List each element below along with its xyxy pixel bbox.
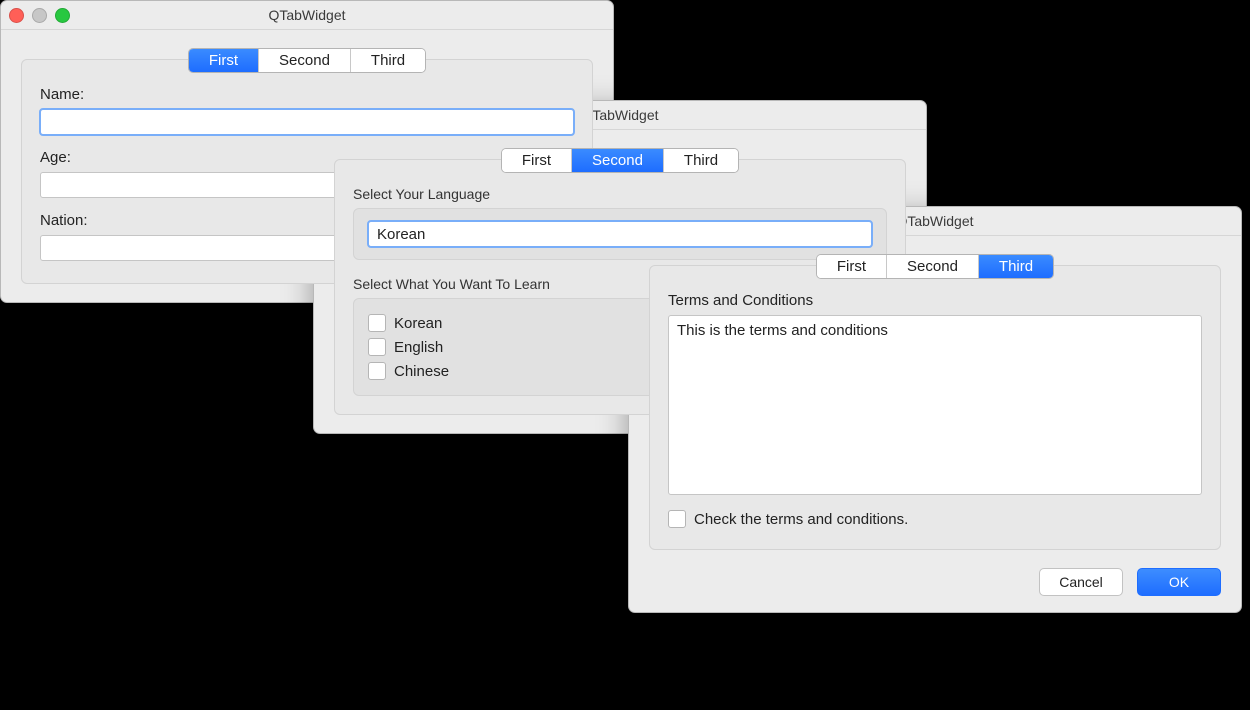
tab-second[interactable]: Second [259,49,351,72]
tab-bar: First Second Third [816,254,1054,279]
close-icon[interactable] [9,8,24,23]
checkbox-icon[interactable] [368,362,386,380]
learn-option-label: Chinese [394,363,449,380]
tab-bar: First Second Third [501,148,739,173]
tab-second[interactable]: Second [887,255,979,278]
name-input[interactable] [40,109,574,135]
language-select[interactable]: Korean [368,221,872,247]
titlebar[interactable]: QTabWidget [1,1,613,30]
learn-option-label: Korean [394,315,442,332]
learn-option-label: English [394,339,443,356]
minimize-icon[interactable] [32,8,47,23]
cancel-button[interactable]: Cancel [1039,568,1123,596]
tab-panel-third: Terms and Conditions This is the terms a… [649,265,1221,550]
tab-first[interactable]: First [189,49,259,72]
tab-second[interactable]: Second [572,149,664,172]
language-selected: Korean [377,226,425,243]
accept-terms-row[interactable]: Check the terms and conditions. [668,507,1202,531]
terms-textarea[interactable]: This is the terms and conditions [668,315,1202,495]
tab-third[interactable]: Third [351,49,425,72]
tab-third[interactable]: Third [979,255,1053,278]
tab-first[interactable]: First [502,149,572,172]
checkbox-icon[interactable] [368,314,386,332]
tab-third[interactable]: Third [664,149,738,172]
select-language-label: Select Your Language [353,186,887,202]
checkbox-icon[interactable] [668,510,686,528]
name-label: Name: [40,86,574,103]
ok-button[interactable]: OK [1137,568,1221,596]
terms-label: Terms and Conditions [668,292,1202,309]
window-title: QTabWidget [1,7,613,23]
tab-bar: First Second Third [188,48,426,73]
zoom-icon[interactable] [55,8,70,23]
accept-terms-label: Check the terms and conditions. [694,511,908,528]
tab-first[interactable]: First [817,255,887,278]
checkbox-icon[interactable] [368,338,386,356]
window-third: QTabWidget First Second Third Terms and … [628,206,1242,613]
